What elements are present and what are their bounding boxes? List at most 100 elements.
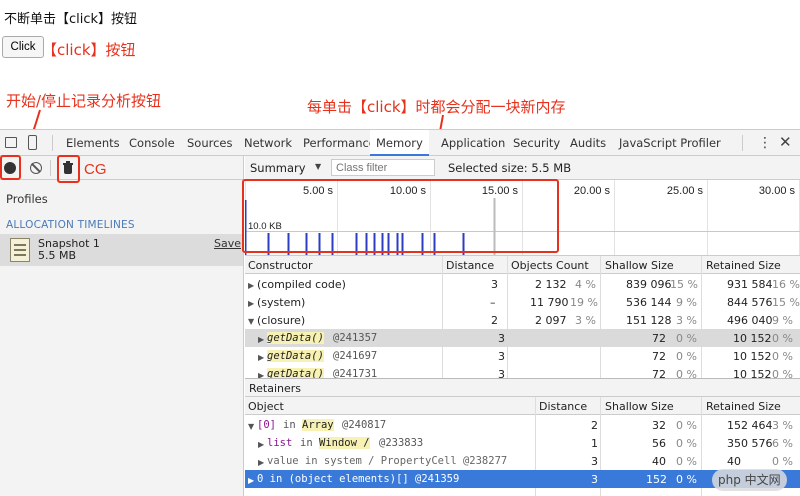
expand-arrow-icon[interactable]: ▶	[248, 296, 254, 309]
class-filter-input[interactable]	[331, 159, 435, 176]
col-object[interactable]: Object	[248, 400, 284, 413]
objects-count-pct: 3 %	[575, 314, 596, 327]
selected-size: Selected size: 5.5 MB	[448, 161, 572, 175]
collapse-arrow-icon[interactable]: ▼	[248, 419, 254, 432]
device-toggle-icon[interactable]	[28, 135, 37, 150]
tab-security[interactable]: Security	[513, 130, 560, 156]
retainer-property: list	[267, 437, 293, 449]
retainer-text: 0 in (object elements)[] @241359	[257, 473, 460, 485]
shallow-size: 72	[652, 368, 666, 378]
retainer-row[interactable]: ▶ value in system / PropertyCell @238277…	[245, 452, 800, 470]
object-id: @241357	[333, 332, 378, 344]
retainer-type: Array	[302, 419, 334, 431]
shallow-size: 536 144	[626, 296, 672, 309]
table-row[interactable]: ▶ (compiled code) 3 2 132 4 % 839 096 15…	[245, 275, 800, 293]
col-shallow-size[interactable]: Shallow Size	[605, 400, 674, 413]
shallow-size: 72	[652, 332, 666, 345]
timeline-tick-label: 20.00 s	[574, 185, 611, 197]
gc-button-highlight	[57, 155, 80, 183]
retained-size: 496 040	[727, 314, 773, 327]
shallow-size: 151 128	[626, 314, 672, 327]
function-name: getData()	[267, 350, 324, 362]
view-select[interactable]: Summary	[250, 161, 306, 175]
shallow-size-pct: 0 %	[676, 332, 697, 345]
distance-value: 2	[591, 419, 598, 432]
table-row-selected[interactable]: ▶ getData() @241357 3 72 0 % 10 152 0 %	[245, 329, 800, 347]
profiles-sidebar: Profiles ALLOCATION TIMELINES Snapshot 1…	[0, 156, 244, 496]
snapshot-size: 5.5 MB	[38, 249, 77, 262]
tab-network[interactable]: Network	[244, 130, 292, 156]
col-retained-size[interactable]: Retained Size	[706, 259, 781, 272]
tab-console[interactable]: Console	[129, 130, 175, 156]
shallow-size-pct: 3 %	[676, 314, 697, 327]
watermark: php 中文网	[712, 469, 787, 491]
expand-arrow-icon[interactable]: ▶	[258, 368, 264, 378]
expand-arrow-icon[interactable]: ▶	[258, 455, 264, 468]
timeline-highlight	[242, 179, 559, 253]
summary-toolbar: Summary ▼ Selected size: 5.5 MB	[245, 156, 800, 180]
save-link[interactable]: Save	[214, 237, 241, 250]
object-id: @241697	[333, 350, 378, 362]
retained-size: 931 584	[727, 278, 773, 291]
table-row[interactable]: ▶ getData() @241731 3 72 0 % 10 152 0 %	[245, 365, 800, 378]
expand-arrow-icon[interactable]: ▶	[258, 437, 264, 450]
col-objects-count[interactable]: Objects Count	[511, 259, 589, 272]
expand-arrow-icon[interactable]: ▶	[248, 473, 254, 486]
distance-value: 3	[591, 473, 598, 486]
col-constructor[interactable]: Constructor	[248, 259, 313, 272]
constructor-name: (compiled code)	[257, 278, 346, 291]
retained-size-pct: 0 %	[772, 455, 793, 468]
retainer-row[interactable]: ▼ [0] in Array @240817 2 32 0 % 152 464 …	[245, 416, 800, 434]
cg-annotation: CG	[84, 161, 107, 178]
tab-elements[interactable]: Elements	[66, 130, 120, 156]
retainers-title: Retainers	[249, 382, 302, 395]
chevron-down-icon[interactable]: ▼	[315, 162, 321, 171]
col-distance[interactable]: Distance	[539, 400, 587, 413]
col-distance[interactable]: Distance	[446, 259, 494, 272]
retained-size-pct: 16 %	[772, 278, 800, 291]
objects-count: 2 132	[535, 278, 567, 291]
view-select-value: Summary	[250, 161, 306, 175]
watermark-text: php 中文网	[718, 473, 781, 487]
expand-arrow-icon[interactable]: ▶	[258, 350, 264, 363]
function-name: getData()	[267, 368, 324, 378]
retainer-text: value in system / PropertyCell @238277	[267, 455, 508, 467]
distance-value: 1	[591, 437, 598, 450]
tab-javascript-profiler[interactable]: JavaScript Profiler	[619, 130, 721, 156]
shallow-size: 152	[646, 473, 667, 486]
tab-application[interactable]: Application	[441, 130, 505, 156]
tab-audits[interactable]: Audits	[570, 130, 606, 156]
tab-memory[interactable]: Memory	[370, 130, 429, 156]
inspect-icon[interactable]	[5, 137, 17, 148]
distance-value: 3	[491, 278, 498, 291]
tab-sources[interactable]: Sources	[187, 130, 233, 156]
col-shallow-size[interactable]: Shallow Size	[605, 259, 674, 272]
distance-value: 3	[591, 455, 598, 468]
shallow-size: 32	[652, 419, 666, 432]
distance-value: 3	[498, 368, 505, 378]
table-row[interactable]: ▼ (closure) 2 2 097 3 % 151 128 3 % 496 …	[245, 311, 800, 329]
clear-all-icon[interactable]	[30, 162, 42, 174]
table-row[interactable]: ▶ (system) – 11 790 19 % 536 144 9 % 844…	[245, 293, 800, 311]
more-options-icon[interactable]: ⋮	[758, 134, 772, 152]
expand-arrow-icon[interactable]: ▶	[248, 278, 254, 291]
toolbar-divider	[52, 135, 53, 151]
close-icon[interactable]: ✕	[779, 133, 792, 151]
retained-size: 40	[727, 455, 741, 468]
expand-arrow-icon[interactable]: ▶	[258, 332, 264, 345]
shallow-size-pct: 0 %	[676, 455, 697, 468]
retainers-title-bar[interactable]: Retainers	[245, 379, 800, 397]
record-button-highlight	[0, 155, 21, 180]
snapshot-item[interactable]: Snapshot 1 5.5 MB Save	[0, 234, 243, 266]
function-name: getData()	[267, 332, 324, 344]
col-retained-size[interactable]: Retained Size	[706, 400, 781, 413]
allocation-timelines-header: ALLOCATION TIMELINES	[6, 219, 135, 231]
timeline-tick-label: 25.00 s	[667, 185, 704, 197]
tab-performance[interactable]: Performance	[303, 130, 376, 156]
table-row[interactable]: ▶ getData() @241697 3 72 0 % 10 152 0 %	[245, 347, 800, 365]
collapse-arrow-icon[interactable]: ▼	[248, 314, 254, 327]
distance-value: 3	[498, 332, 505, 345]
retained-size: 10 152	[733, 350, 772, 363]
retainer-in: in	[283, 419, 296, 431]
retainer-row[interactable]: ▶ list in Window / @233833 1 56 0 % 350 …	[245, 434, 800, 452]
